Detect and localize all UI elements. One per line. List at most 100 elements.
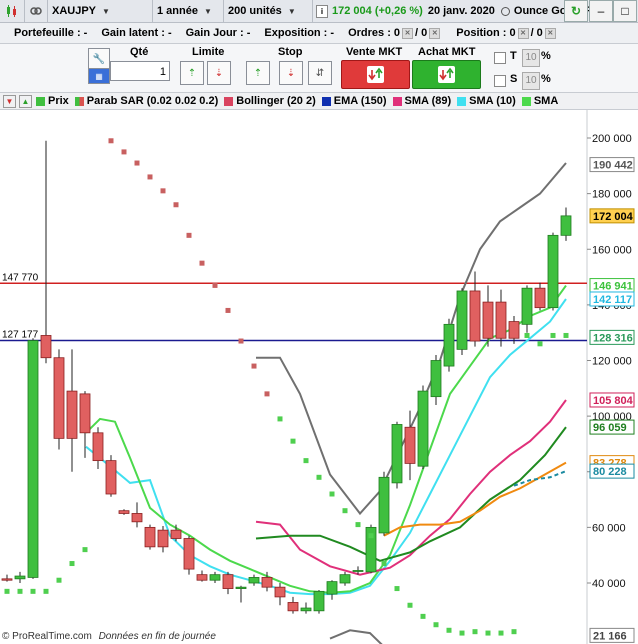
- sar-dot: [498, 630, 504, 636]
- price-badge-label: 80 228: [593, 466, 627, 478]
- stop-buy-button[interactable]: ⇡: [246, 61, 270, 85]
- sar-dot: [134, 160, 140, 166]
- candle-body: [508, 321, 520, 339]
- period-dropdown[interactable]: 1 année ▼: [153, 0, 224, 22]
- sar-dot: [524, 332, 530, 338]
- cancel-orders-icon-2[interactable]: ✕: [429, 27, 441, 39]
- sar-dot: [303, 458, 309, 464]
- candle-body: [14, 575, 26, 580]
- stop-label: Stop: [278, 46, 303, 58]
- sar-dot: [563, 332, 569, 338]
- limit-buy-button[interactable]: ⇡: [180, 61, 204, 85]
- limit-sell-button[interactable]: ⇣: [207, 61, 231, 85]
- sar-dot: [160, 188, 166, 194]
- unrealized-gain-text: Gain latent : -: [101, 27, 172, 39]
- take-profit-checkbox[interactable]: [494, 52, 506, 64]
- stop-loss-label: S: [510, 73, 518, 85]
- candlestick-icon: [7, 5, 16, 17]
- legend-item-ema150[interactable]: EMA (150): [321, 95, 387, 107]
- candle-body: [40, 335, 52, 359]
- candle-body: [352, 570, 364, 572]
- stop-limit-button[interactable]: ⇵: [308, 61, 332, 85]
- collapse-down-icon[interactable]: ▼: [3, 94, 16, 108]
- legend-item-sar[interactable]: Parab SAR (0.02 0.02 0.2): [74, 95, 218, 107]
- sar-dot: [329, 491, 335, 497]
- stop-limit-icon: ⇵: [315, 67, 325, 79]
- sar-dot: [394, 586, 400, 592]
- candle-body: [560, 215, 572, 236]
- sar-dot: [17, 588, 23, 594]
- candle-body: [339, 574, 351, 584]
- legend-item-price[interactable]: Prix: [36, 95, 69, 107]
- price-badge-label: 172 004: [593, 211, 634, 223]
- cancel-orders-icon[interactable]: ✕: [402, 27, 414, 39]
- stop-loss-checkbox[interactable]: [494, 75, 506, 87]
- legend-item-sma10[interactable]: SMA (10): [457, 95, 516, 107]
- units-dropdown[interactable]: 200 unités ▼: [224, 0, 313, 22]
- take-profit-label: T: [510, 50, 517, 62]
- maximize-button[interactable]: □: [613, 0, 637, 22]
- keypad-button[interactable]: ▦: [88, 68, 110, 84]
- legend-swatch: [521, 96, 531, 106]
- chart-footer: © ProRealTime.com Données en fin de jour…: [2, 631, 216, 642]
- legend-item-sma[interactable]: SMA: [521, 95, 559, 107]
- legend-item-sma89[interactable]: SMA (89): [392, 95, 451, 107]
- sar-dot: [511, 629, 517, 635]
- candle-body: [456, 290, 468, 350]
- candle-body: [183, 538, 195, 570]
- price-chart[interactable]: 147 770127 17740 00060 00080 000100 0001…: [0, 110, 638, 644]
- sar-dot: [264, 391, 270, 397]
- legend-swatch: [321, 96, 331, 106]
- candle-body: [404, 426, 416, 464]
- price-badge-label: 105 804: [593, 395, 634, 407]
- wrench-icon: 🔧: [92, 53, 106, 65]
- buy-market-button[interactable]: [412, 60, 481, 89]
- sar-dot: [316, 474, 322, 480]
- take-profit-pct-sign: %: [541, 50, 551, 62]
- candle-body: [482, 301, 494, 339]
- period-label: 1 année: [157, 5, 198, 17]
- legend-item-bollinger[interactable]: Bollinger (20 2): [224, 95, 316, 107]
- price-badge-label: 190 442: [593, 160, 633, 172]
- legend-label: SMA: [533, 95, 559, 107]
- chart-type-icon-cell[interactable]: [0, 0, 25, 22]
- sell-market-button[interactable]: [341, 60, 410, 89]
- close-position-icon[interactable]: ✕: [517, 27, 529, 39]
- chevron-down-icon: ▼: [102, 6, 110, 16]
- legend-swatch: [36, 96, 45, 106]
- stop-sell-button[interactable]: ⇣: [279, 61, 303, 85]
- stop-loss-pct-input[interactable]: 10: [522, 72, 540, 90]
- y-tick-label: 40 000: [592, 578, 626, 590]
- y-tick-label: 160 000: [592, 244, 632, 256]
- sar-dot: [342, 508, 348, 514]
- sar-dot: [69, 561, 75, 567]
- sar-dot: [186, 232, 192, 238]
- buy-arrow-icon: [438, 66, 455, 83]
- take-profit-pct-input[interactable]: 10: [522, 49, 540, 67]
- qty-label: Qté: [130, 46, 149, 58]
- wrench-button[interactable]: 🔧: [88, 48, 110, 70]
- info-icon[interactable]: i: [316, 4, 328, 18]
- link-icon-cell[interactable]: [25, 0, 48, 22]
- sar-dot: [238, 338, 244, 344]
- symbol-dropdown[interactable]: XAUJPY ▼: [48, 0, 153, 22]
- candle-body: [248, 577, 260, 584]
- candle-body: [235, 586, 247, 589]
- candle-body: [66, 390, 78, 439]
- sar-dot: [212, 282, 218, 288]
- keypad-icon: ▦: [95, 71, 103, 81]
- quantity-input[interactable]: 1: [110, 61, 170, 81]
- position-slash-text: / 0: [530, 27, 543, 39]
- sell-arrow-icon: [367, 66, 384, 83]
- limit-label: Limite: [192, 46, 225, 58]
- collapse-up-icon[interactable]: ▲: [19, 94, 32, 108]
- minimize-button[interactable]: –: [589, 0, 613, 22]
- refresh-button[interactable]: ↻: [564, 0, 588, 22]
- close-position-icon-2[interactable]: ✕: [544, 27, 556, 39]
- candle-body: [430, 360, 442, 398]
- status-circle-icon: [500, 6, 510, 16]
- units-label: 200 unités: [228, 5, 282, 17]
- legend-label: EMA (150): [333, 95, 387, 107]
- candle-body: [287, 602, 299, 612]
- legend-swatch: [392, 96, 402, 106]
